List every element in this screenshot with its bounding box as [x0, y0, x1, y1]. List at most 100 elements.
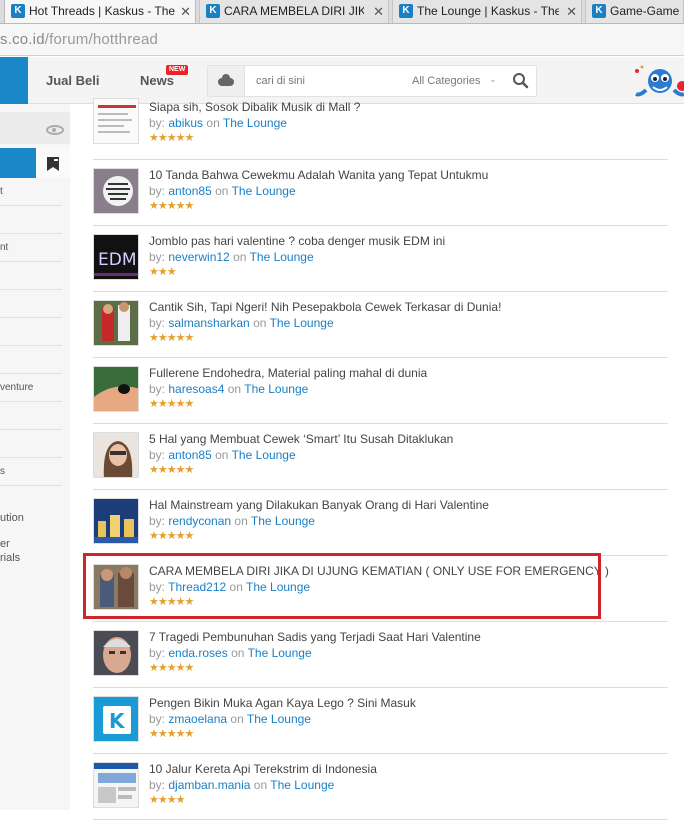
address-bar[interactable]: s.co.id/forum/hotthread — [0, 24, 684, 56]
forum-link[interactable]: The Lounge — [247, 712, 311, 726]
thread-row[interactable]: EDM Jomblo pas hari valentine ? coba den… — [93, 226, 668, 292]
thread-title[interactable]: 10 Jalur Kereta Api Terekstrim di Indone… — [149, 762, 377, 776]
thread-thumbnail[interactable] — [93, 432, 139, 478]
author-link[interactable]: haresoas4 — [168, 382, 224, 396]
thread-title[interactable]: Cantik Sih, Tapi Ngeri! Nih Pesepakbola … — [149, 300, 501, 314]
thread-thumbnail[interactable] — [93, 498, 139, 544]
nav-jual-beli[interactable]: Jual Beli — [46, 73, 99, 88]
sidebar-item[interactable] — [0, 318, 62, 346]
thread-row-highlighted[interactable]: CARA MEMBELA DIRI JIKA DI UJUNG KEMATIAN… — [93, 556, 668, 622]
home-nav-button[interactable] — [0, 57, 28, 104]
search-icon[interactable] — [511, 71, 531, 91]
forum-link[interactable]: The Lounge — [244, 382, 308, 396]
fight-thumb-icon — [94, 565, 138, 609]
category-select[interactable]: All Categories — [412, 75, 480, 87]
thread-title[interactable]: Jomblo pas hari valentine ? coba denger … — [149, 234, 445, 248]
close-tab-icon[interactable]: ✕ — [180, 0, 191, 23]
thread-thumbnail[interactable]: EDM — [93, 234, 139, 280]
thread-title[interactable]: Pengen Bikin Muka Agan Kaya Lego ? Sini … — [149, 696, 416, 710]
thread-title[interactable]: 5 Hal yang Membuat Cewek ‘Smart’ Itu Sus… — [149, 432, 453, 446]
thread-title[interactable]: Fullerene Endohedra, Material paling mah… — [149, 366, 427, 380]
author-link[interactable]: rendyconan — [168, 514, 231, 528]
thread-title[interactable]: 7 Tragedi Pembunuhan Sadis yang Terjadi … — [149, 630, 481, 644]
thread-row[interactable]: Hal Mainstream yang Dilakukan Banyak Ora… — [93, 490, 668, 556]
nav-news[interactable]: News — [140, 73, 174, 88]
sidebar-item[interactable] — [0, 346, 62, 374]
tab-cara-membela[interactable]: K CARA MEMBELA DIRI JIKA ✕ — [199, 0, 389, 23]
sidebar-item[interactable] — [0, 290, 62, 318]
search-input[interactable] — [256, 74, 386, 88]
thread-row[interactable]: Fullerene Endohedra, Material paling mah… — [93, 358, 668, 424]
sidebar-item[interactable] — [0, 402, 62, 430]
forum-link[interactable]: The Lounge — [232, 184, 296, 198]
sidebar-item[interactable]: t — [0, 178, 62, 206]
kaskus-favicon-icon: K — [399, 4, 413, 18]
thread-thumbnail[interactable]: K — [93, 696, 139, 742]
eye-icon[interactable] — [46, 125, 64, 135]
quote-thumb-icon — [94, 169, 138, 213]
sidebar-item[interactable] — [0, 206, 62, 234]
forum-link[interactable]: The Lounge — [248, 646, 312, 660]
forum-link[interactable]: The Lounge — [250, 250, 314, 264]
sidebar-tab-active[interactable] — [0, 148, 36, 178]
thread-row[interactable]: 5 Hal yang Membuat Cewek ‘Smart’ Itu Sus… — [93, 424, 668, 490]
sidebar-link[interactable]: rials — [0, 552, 20, 564]
close-tab-icon[interactable]: ✕ — [566, 0, 577, 23]
url-text[interactable]: s.co.id/forum/hotthread — [0, 31, 158, 48]
forum-link[interactable]: The Lounge — [246, 580, 310, 594]
thread-row[interactable]: K Pengen Bikin Muka Agan Kaya Lego ? Sin… — [93, 688, 668, 754]
sidebar-item[interactable]: s — [0, 458, 62, 486]
thread-title[interactable]: Hal Mainstream yang Dilakukan Banyak Ora… — [149, 498, 489, 512]
sidebar-item[interactable] — [0, 262, 62, 290]
tab-hot-threads[interactable]: K Hot Threads | Kaskus - The ✕ — [4, 0, 196, 23]
author-link[interactable]: abikus — [168, 116, 203, 130]
thread-title[interactable]: Siapa sih, Sosok Dibalik Musik di Mall ? — [149, 100, 360, 114]
woman-thumb-icon — [94, 433, 138, 477]
sidebar-link[interactable]: er — [0, 538, 10, 550]
thread-thumbnail[interactable] — [93, 366, 139, 412]
chevron-down-icon[interactable]: ⌄ — [489, 74, 497, 85]
thread-row[interactable]: Siapa sih, Sosok Dibalik Musik di Mall ?… — [93, 96, 668, 160]
sidebar-item[interactable] — [0, 430, 62, 458]
thread-title[interactable]: CARA MEMBELA DIRI JIKA DI UJUNG KEMATIAN… — [149, 564, 609, 578]
thread-thumbnail[interactable] — [93, 168, 139, 214]
forum-link[interactable]: The Lounge — [223, 116, 287, 130]
thread-thumbnail[interactable] — [93, 564, 139, 610]
thread-title[interactable]: 10 Tanda Bahwa Cewekmu Adalah Wanita yan… — [149, 168, 488, 182]
author-link[interactable]: salmansharkan — [168, 316, 249, 330]
forum-link[interactable]: The Lounge — [251, 514, 315, 528]
author-link[interactable]: enda.roses — [168, 646, 227, 660]
thread-thumbnail[interactable] — [93, 98, 139, 144]
url-domain: s.co.id — [0, 31, 45, 48]
author-link[interactable]: zmaoelana — [168, 712, 227, 726]
author-link[interactable]: anton85 — [168, 184, 211, 198]
rating-stars: ★★★★ — [149, 794, 185, 806]
on-label: on — [233, 250, 247, 264]
tab-game-game[interactable]: K Game-Game F — [585, 0, 684, 23]
thread-thumbnail[interactable] — [93, 300, 139, 346]
thread-row[interactable]: 7 Tragedi Pembunuhan Sadis yang Terjadi … — [93, 622, 668, 688]
tab-the-lounge[interactable]: K The Lounge | Kaskus - The ✕ — [392, 0, 582, 23]
close-tab-icon[interactable]: ✕ — [373, 0, 384, 23]
forum-link[interactable]: The Lounge — [270, 316, 334, 330]
forum-link[interactable]: The Lounge — [232, 448, 296, 462]
thread-row[interactable]: 10 Jalur Kereta Api Terekstrim di Indone… — [93, 754, 668, 820]
forum-link[interactable]: The Lounge — [270, 778, 334, 792]
sidebar-item[interactable]: nt — [0, 234, 62, 262]
thread-thumbnail[interactable] — [93, 630, 139, 676]
author-link[interactable]: Thread212 — [168, 580, 226, 594]
sidebar-link[interactable]: ution — [0, 512, 24, 524]
thread-thumbnail[interactable] — [93, 762, 139, 808]
city-thumb-icon — [94, 499, 138, 543]
search-type-toggle[interactable] — [208, 66, 245, 96]
author-link[interactable]: neverwin12 — [168, 250, 229, 264]
author-link[interactable]: anton85 — [168, 448, 211, 462]
author-link[interactable]: djamban.mania — [168, 778, 250, 792]
thread-meta: by: anton85 on The Lounge — [149, 184, 296, 198]
thread-row[interactable]: Cantik Sih, Tapi Ngeri! Nih Pesepakbola … — [93, 292, 668, 358]
on-label: on — [253, 316, 267, 330]
thread-row[interactable]: 10 Tanda Bahwa Cewekmu Adalah Wanita yan… — [93, 160, 668, 226]
sidebar-tab-bookmark[interactable] — [36, 148, 70, 178]
sidebar-item[interactable]: venture — [0, 374, 62, 402]
on-label: on — [215, 448, 229, 462]
